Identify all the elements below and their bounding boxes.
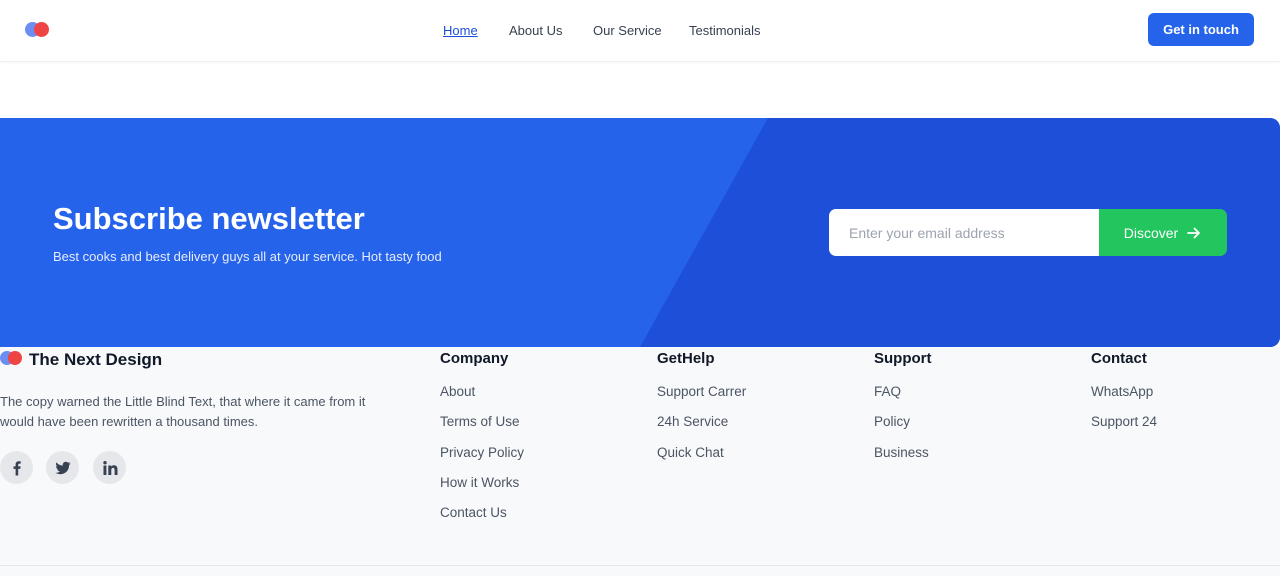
nav-testimonials[interactable]: Testimonials xyxy=(689,23,761,38)
footer-link-terms-of-use[interactable]: Terms of Use xyxy=(440,414,524,430)
facebook-icon xyxy=(13,460,21,475)
facebook-link[interactable] xyxy=(0,451,33,484)
footer-col-gethelp: GetHelp Support Carrer 24h Service Quick… xyxy=(657,350,746,475)
newsletter-title: Subscribe newsletter xyxy=(53,201,365,236)
footer-link-policy[interactable]: Policy xyxy=(874,414,932,430)
footer-col-company: Company About Terms of Use Privacy Polic… xyxy=(440,350,524,535)
footer-col-title: Contact xyxy=(1091,350,1147,367)
footer-link-whatsapp[interactable]: WhatsApp xyxy=(1091,384,1157,400)
footer-link-contact-us[interactable]: Contact Us xyxy=(440,505,524,521)
two-dots-logo-icon[interactable] xyxy=(25,22,51,38)
twitter-icon xyxy=(55,461,70,474)
site-header: Home About Us Our Service Testimonials G… xyxy=(0,0,1280,62)
footer-logo-dot-red xyxy=(8,351,22,365)
footer-col-title: Company xyxy=(440,350,509,367)
site-footer: The Next Design The copy warned the Litt… xyxy=(0,347,1280,576)
footer-col-title: Support xyxy=(874,350,932,367)
footer-col-support: Support FAQ Policy Business xyxy=(874,350,932,475)
footer-col-contact: Contact WhatsApp Support 24 xyxy=(1091,350,1157,445)
nav-our-service[interactable]: Our Service xyxy=(593,23,662,38)
discover-button[interactable]: Discover xyxy=(1099,209,1227,256)
newsletter-subtitle: Best cooks and best delivery guys all at… xyxy=(53,249,442,264)
footer-description: The copy warned the Little Blind Text, t… xyxy=(0,394,366,429)
footer-link-support-24[interactable]: Support 24 xyxy=(1091,414,1157,430)
footer-col-title: GetHelp xyxy=(657,350,715,367)
nav-home[interactable]: Home xyxy=(443,23,478,38)
linkedin-link[interactable] xyxy=(93,451,126,484)
newsletter-form: Discover xyxy=(829,209,1227,256)
arrow-right-icon xyxy=(1187,227,1201,238)
footer-brand-name: The Next Design xyxy=(29,350,163,369)
footer-link-about[interactable]: About xyxy=(440,384,524,400)
footer-link-privacy-policy[interactable]: Privacy Policy xyxy=(440,445,524,461)
footer-link-faq[interactable]: FAQ xyxy=(874,384,932,400)
footer-logo-icon[interactable] xyxy=(0,351,24,366)
twitter-link[interactable] xyxy=(46,451,79,484)
get-in-touch-button[interactable]: Get in touch xyxy=(1148,13,1254,46)
footer-link-quick-chat[interactable]: Quick Chat xyxy=(657,445,746,461)
nav-about-us[interactable]: About Us xyxy=(509,23,562,38)
footer-link-how-it-works[interactable]: How it Works xyxy=(440,475,524,491)
footer-link-business[interactable]: Business xyxy=(874,445,932,461)
footer-link-24h-service[interactable]: 24h Service xyxy=(657,414,746,430)
footer-link-support-carrer[interactable]: Support Carrer xyxy=(657,384,746,400)
email-input[interactable] xyxy=(829,209,1099,256)
discover-button-label: Discover xyxy=(1123,224,1179,241)
linkedin-icon xyxy=(102,460,117,475)
logo-dot-red xyxy=(34,22,49,37)
footer-divider xyxy=(0,565,1280,566)
newsletter-banner: Subscribe newsletter Best cooks and best… xyxy=(0,118,1280,347)
